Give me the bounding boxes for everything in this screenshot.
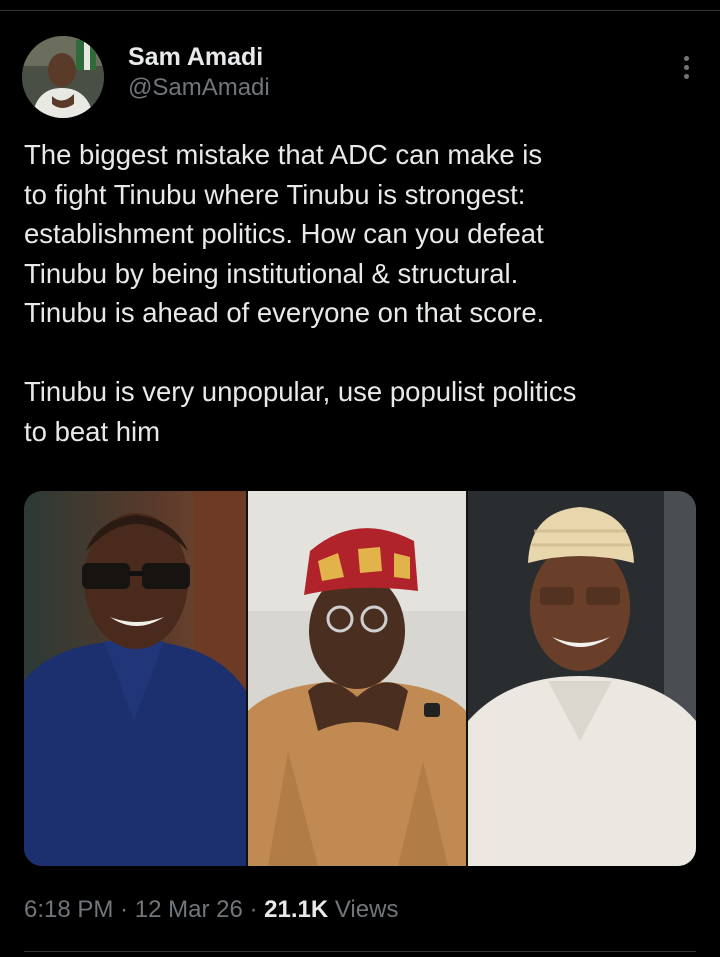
- author-handle[interactable]: @SamAmadi: [128, 73, 270, 103]
- tweet-text: The biggest mistake that ADC can make is…: [24, 139, 577, 447]
- meta-separator: ·: [120, 896, 129, 923]
- author-avatar[interactable]: [22, 36, 104, 118]
- author-display-name[interactable]: Sam Amadi: [128, 42, 270, 72]
- top-divider: [0, 10, 720, 11]
- photo-right: [468, 491, 696, 866]
- avatar-image: [22, 36, 104, 118]
- bottom-divider: [24, 951, 696, 952]
- tweet-date[interactable]: 12 Mar 26: [135, 896, 243, 923]
- meta-separator: ·: [249, 896, 258, 923]
- tweet-header: Sam Amadi @SamAmadi: [22, 36, 698, 120]
- views-label: Views: [334, 896, 399, 923]
- tweet-time[interactable]: 6:18 PM: [24, 896, 113, 923]
- tweet-meta: 6:18 PM · 12 Mar 26 · 21.1K Views: [24, 894, 398, 926]
- author-name-block: Sam Amadi @SamAmadi: [128, 42, 270, 103]
- views-count[interactable]: 21.1K: [264, 896, 328, 923]
- tweet-media[interactable]: [24, 491, 696, 866]
- photo-middle: [248, 491, 466, 866]
- more-vertical-icon[interactable]: [680, 56, 692, 84]
- photo-left: [24, 491, 246, 866]
